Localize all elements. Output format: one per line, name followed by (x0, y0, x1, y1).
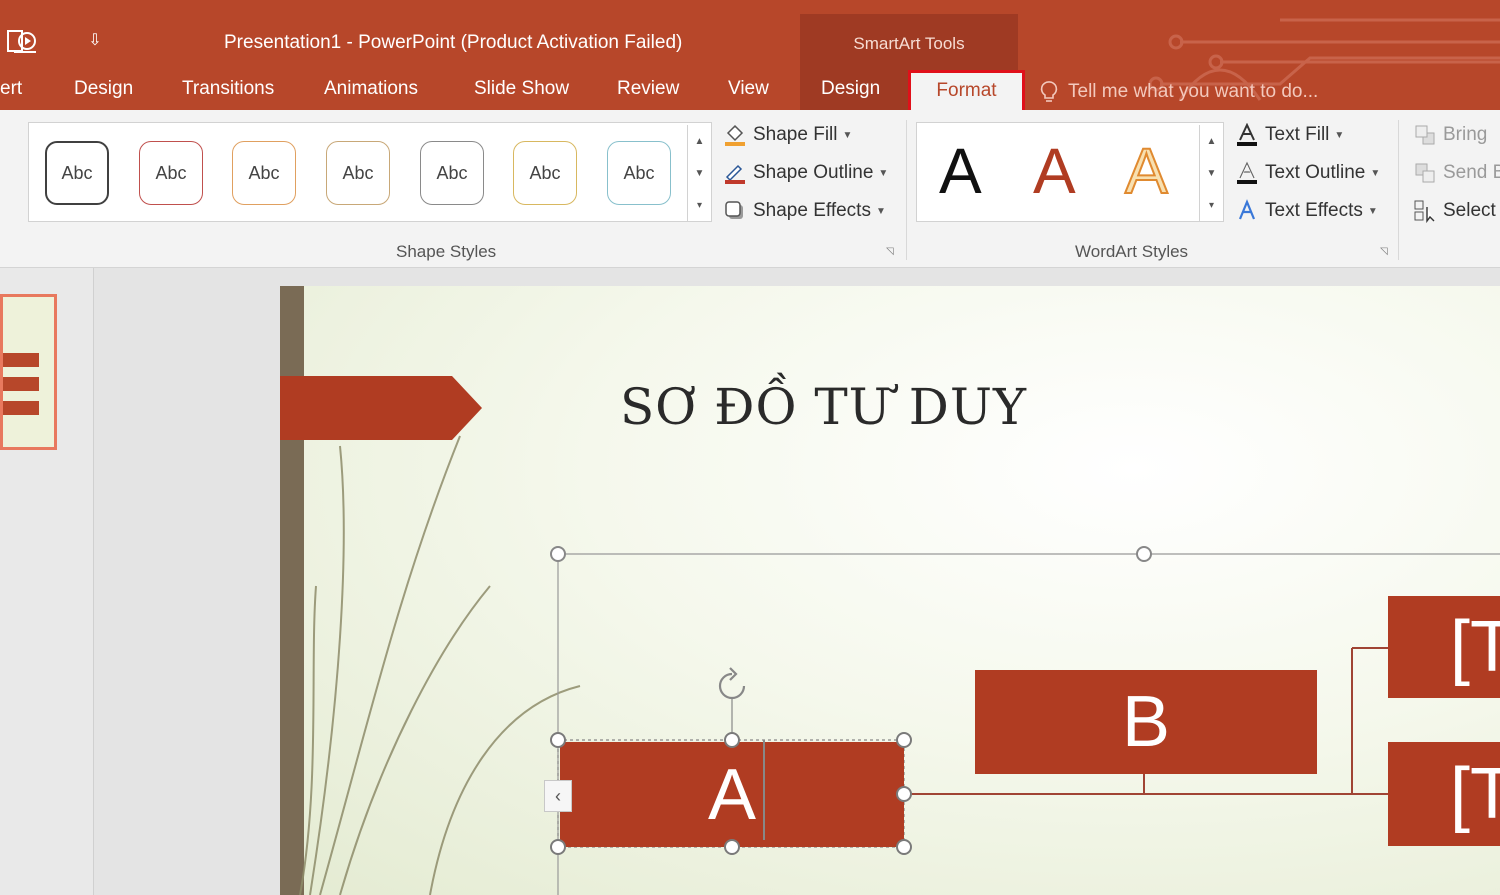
node-b-text: B (1121, 682, 1171, 762)
resize-handle-top-right[interactable] (896, 732, 912, 748)
shape-effects-icon (722, 198, 748, 224)
tab-insert[interactable]: ert (0, 78, 22, 100)
resize-handle-bottom-right[interactable] (896, 839, 912, 855)
text-fill-button[interactable]: Text Fill ▼ (1234, 122, 1344, 148)
shape-styles-launcher-icon[interactable]: ◹ (886, 246, 898, 258)
tab-smartart-design[interactable]: Design (821, 78, 880, 100)
shape-style-1[interactable]: Abc (45, 141, 109, 205)
group-divider (1398, 120, 1399, 260)
thumbnail-bar (3, 377, 39, 391)
shape-effects-button[interactable]: Shape Effects ▼ (722, 198, 886, 224)
bring-forward-icon (1412, 122, 1438, 148)
text-pane-toggle-button[interactable]: ‹ (544, 780, 572, 812)
rotate-handle-icon (718, 667, 746, 700)
app-logo-icon[interactable] (6, 28, 40, 56)
wordart-styles-launcher-icon[interactable]: ◹ (1380, 246, 1392, 258)
tab-view[interactable]: View (728, 78, 769, 100)
resize-handle-bottom[interactable] (724, 839, 740, 855)
shape-styles-gallery: Abc Abc Abc Abc Abc Abc Abc ▲ ▼ ▾ (28, 122, 712, 222)
bring-forward-label: Bring (1443, 124, 1488, 145)
shape-style-4[interactable]: Abc (326, 141, 390, 205)
smartart-node-right-2[interactable]: [T (1388, 742, 1500, 846)
node-right-1-text: [T (1450, 607, 1500, 687)
wordart-style-2[interactable]: A (1033, 139, 1076, 203)
slide-title[interactable]: SƠ ĐỒ TƯ DUY (620, 378, 1027, 436)
resize-handle-bottom-left[interactable] (550, 839, 566, 855)
smartart-node-b[interactable]: B (975, 670, 1317, 774)
ribbon: Abc Abc Abc Abc Abc Abc Abc ▲ ▼ ▾ Shape … (0, 110, 1500, 268)
thumbnail-bar (3, 401, 39, 415)
tab-review[interactable]: Review (617, 78, 679, 100)
contextual-tab-group-label: SmartArt Tools (853, 34, 965, 53)
gallery-more-button[interactable]: ▾ (687, 189, 711, 221)
text-fill-label: Text Fill (1265, 124, 1330, 145)
text-effects-button[interactable]: Text Effects ▼ (1234, 198, 1378, 224)
smartart-node-a[interactable]: A (560, 742, 904, 847)
wordart-more-button[interactable]: ▾ (1199, 189, 1223, 221)
resize-handle-top-left[interactable] (550, 732, 566, 748)
tell-me-search[interactable]: Tell me what you want to do... (1040, 78, 1318, 106)
send-backward-label: Send B (1443, 162, 1500, 183)
wordart-scroll-down-button[interactable]: ▼ (1199, 157, 1223, 189)
title-bar: ⇩ Presentation1 - PowerPoint (Product Ac… (0, 0, 1500, 110)
lightbulb-icon (1040, 81, 1058, 102)
window-title: Presentation1 - PowerPoint (Product Acti… (224, 32, 683, 53)
shape-fill-label: Shape Fill (753, 124, 838, 145)
smartart-node-right-1[interactable]: [T (1388, 596, 1500, 698)
customize-qat-button[interactable]: ⇩ (84, 28, 106, 54)
shape-outline-label: Shape Outline (753, 162, 874, 183)
thumbnail-bar (3, 353, 39, 367)
bring-forward-button[interactable]: Bring (1412, 122, 1487, 148)
text-effects-icon (1234, 198, 1260, 224)
group-divider (906, 120, 907, 260)
node-right-2-text: [T (1450, 754, 1500, 834)
shape-styles-group-label: Shape Styles (396, 242, 497, 261)
selection-pane-button[interactable]: Select (1412, 198, 1496, 224)
node-a-text: A (707, 754, 757, 835)
resize-handle-right[interactable] (896, 786, 912, 802)
send-backward-button[interactable]: Send B (1412, 160, 1500, 186)
wordart-style-3[interactable]: A (1124, 138, 1169, 204)
text-outline-button[interactable]: Text Outline ▼ (1234, 160, 1380, 186)
text-outline-icon (1234, 160, 1260, 186)
text-outline-label: Text Outline (1265, 162, 1366, 183)
pencil-outline-icon (722, 160, 748, 186)
tab-design[interactable]: Design (74, 78, 133, 100)
slide-thumbnail-1[interactable] (0, 294, 57, 450)
text-effects-label: Text Effects (1265, 200, 1363, 221)
selection-pane-label: Select (1443, 200, 1496, 221)
shape-fill-button[interactable]: Shape Fill ▼ (722, 122, 852, 148)
shape-effects-label: Shape Effects (753, 200, 871, 221)
tab-format[interactable]: Format (908, 80, 1025, 102)
wordart-styles-group-label: WordArt Styles (1075, 242, 1189, 261)
text-fill-icon (1234, 122, 1260, 148)
shape-style-3[interactable]: Abc (232, 141, 296, 205)
shape-outline-button[interactable]: Shape Outline ▼ (722, 160, 888, 186)
selection-pane-icon (1412, 198, 1438, 224)
shape-style-5[interactable]: Abc (420, 141, 484, 205)
shape-style-6[interactable]: Abc (513, 141, 577, 205)
resize-handle-top[interactable] (724, 732, 740, 748)
text-cursor (763, 740, 765, 840)
tab-animations[interactable]: Animations (324, 78, 418, 100)
gallery-scroll-up-button[interactable]: ▲ (687, 125, 711, 157)
tell-me-placeholder: Tell me what you want to do... (1068, 81, 1319, 102)
shape-style-7[interactable]: Abc (607, 141, 671, 205)
send-backward-icon (1412, 160, 1438, 186)
wordart-style-1[interactable]: A (939, 139, 982, 203)
wordart-styles-gallery: A A A ▲ ▼ ▾ (916, 122, 1224, 222)
shape-style-2[interactable]: Abc (139, 141, 203, 205)
gallery-scroll-down-button[interactable]: ▼ (687, 157, 711, 189)
wordart-scroll-up-button[interactable]: ▲ (1199, 125, 1223, 157)
tab-slide-show[interactable]: Slide Show (474, 78, 569, 100)
slide-thumbnail-pane (0, 268, 94, 895)
paint-bucket-icon (722, 122, 748, 148)
slide-canvas[interactable]: SƠ ĐỒ TƯ DUY A B [T [T ‹ (280, 286, 1500, 895)
tab-transitions[interactable]: Transitions (182, 78, 274, 100)
